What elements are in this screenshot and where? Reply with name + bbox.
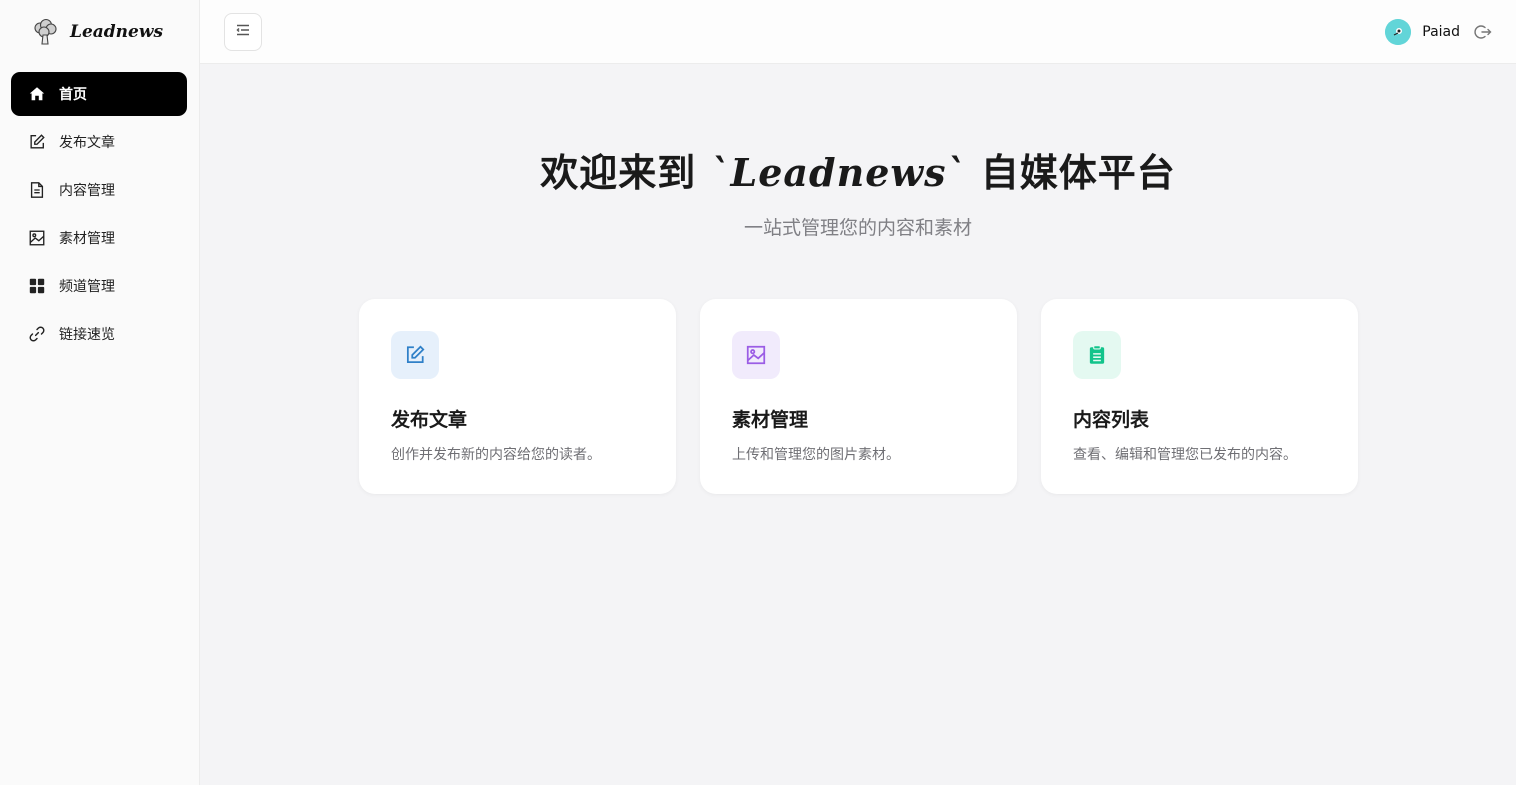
sidebar: Leadnews 首页 发布文章 内容管理 素材管理 频道管理 链接速览 <box>0 0 200 785</box>
card-title: 素材管理 <box>732 409 809 431</box>
user-area: Paiad <box>1385 18 1492 46</box>
image-icon <box>732 331 780 379</box>
sidebar-item-label: 首页 <box>59 87 87 103</box>
card-material-management[interactable]: 素材管理 上传和管理您的图片素材。 <box>700 299 1017 494</box>
main-content: 欢迎来到 `Leadnews` 自媒体平台 一站式管理您的内容和素材 发布文章 … <box>200 64 1516 785</box>
sidebar-item-home[interactable]: 首页 <box>11 72 187 116</box>
page-title: 欢迎来到 `Leadnews` 自媒体平台 <box>200 142 1516 197</box>
home-icon <box>27 84 47 104</box>
broccoli-logo-icon <box>30 17 60 47</box>
card-title: 内容列表 <box>1073 409 1150 431</box>
title-brand: `Leadnews` <box>710 150 967 195</box>
card-content-list[interactable]: 内容列表 查看、编辑和管理您已发布的内容。 <box>1041 299 1358 494</box>
top-header: Paiad <box>200 0 1516 64</box>
brand-name: Leadnews <box>70 22 164 42</box>
card-title: 发布文章 <box>391 409 468 431</box>
menu-toggle-button[interactable] <box>224 13 262 51</box>
title-prefix: 欢迎来到 <box>540 151 711 195</box>
sidebar-item-material-management[interactable]: 素材管理 <box>11 216 187 260</box>
avatar[interactable] <box>1385 19 1412 45</box>
sidebar-item-link-preview[interactable]: 链接速览 <box>11 312 187 356</box>
sidebar-item-label: 发布文章 <box>59 135 115 151</box>
card-publish-article[interactable]: 发布文章 创作并发布新的内容给您的读者。 <box>359 299 676 494</box>
document-icon <box>27 180 47 200</box>
sidebar-item-label: 链接速览 <box>59 327 115 343</box>
brand[interactable]: Leadnews <box>0 0 199 64</box>
title-suffix: 自媒体平台 <box>966 151 1176 195</box>
username[interactable]: Paiad <box>1422 24 1460 40</box>
image-icon <box>27 228 47 248</box>
card-description: 查看、编辑和管理您已发布的内容。 <box>1073 447 1297 463</box>
sidebar-nav: 首页 发布文章 内容管理 素材管理 频道管理 链接速览 <box>0 64 199 356</box>
sidebar-item-label: 频道管理 <box>59 279 115 295</box>
sidebar-item-label: 内容管理 <box>59 183 115 199</box>
sidebar-item-label: 素材管理 <box>59 231 115 247</box>
grid-icon <box>27 276 47 296</box>
sidebar-item-publish-article[interactable]: 发布文章 <box>11 120 187 164</box>
logout-icon[interactable] <box>1474 23 1492 41</box>
link-icon <box>27 324 47 344</box>
clipboard-icon <box>1073 331 1121 379</box>
edit-icon <box>391 331 439 379</box>
menu-collapse-icon <box>235 22 251 42</box>
card-description: 创作并发布新的内容给您的读者。 <box>391 447 601 463</box>
sidebar-item-content-management[interactable]: 内容管理 <box>11 168 187 212</box>
card-description: 上传和管理您的图片素材。 <box>732 447 900 463</box>
quick-action-cards: 发布文章 创作并发布新的内容给您的读者。 素材管理 上传和管理您的图片素材。 内… <box>359 299 1358 494</box>
edit-icon <box>27 132 47 152</box>
sidebar-item-channel-management[interactable]: 频道管理 <box>11 264 187 308</box>
page-subtitle: 一站式管理您的内容和素材 <box>743 217 972 239</box>
